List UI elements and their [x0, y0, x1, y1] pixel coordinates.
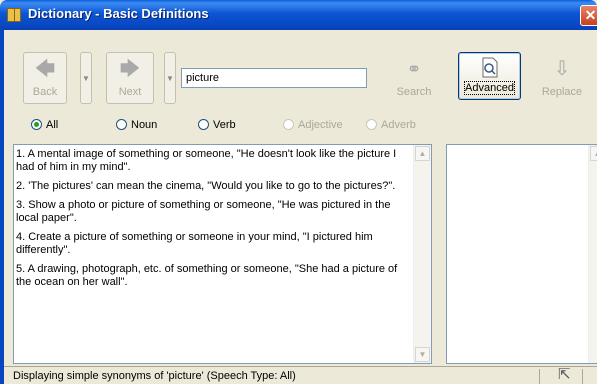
status-separator	[539, 369, 540, 384]
radio-adverb-label: Adverb	[381, 119, 416, 131]
search-button[interactable]: ⚭ Search	[389, 52, 439, 104]
radio-noun-label: Noun	[131, 119, 158, 131]
radio-verb-indicator	[198, 119, 209, 130]
definition-item: 2. 'The pictures' can mean the cinema, "…	[16, 180, 396, 192]
arrow-left-icon: 🡄	[34, 58, 56, 80]
next-dropdown-button[interactable]: ▼	[164, 52, 176, 104]
binoculars-icon: ⚭	[406, 59, 422, 79]
back-dropdown-button[interactable]: ▼	[80, 52, 92, 104]
definition-item: 1. A mental image of something or someon…	[16, 148, 397, 173]
radio-verb[interactable]: Verb	[198, 119, 236, 133]
radio-adjective: Adjective	[283, 119, 343, 133]
advanced-button[interactable]: Advanced	[458, 52, 521, 100]
window-frame	[0, 30, 4, 384]
status-bar: Displaying simple synonyms of 'picture' …	[4, 366, 597, 384]
synonyms-pane[interactable]: ▲	[446, 144, 597, 364]
definitions-pane[interactable]: 1. A mental image of something or someon…	[13, 144, 432, 364]
status-text: Displaying simple synonyms of 'picture' …	[13, 370, 296, 382]
scroll-up-button[interactable]: ▲	[415, 146, 430, 161]
radio-verb-label: Verb	[213, 119, 236, 131]
status-separator	[582, 369, 583, 384]
definition-item: 3. Show a photo or picture of something …	[16, 199, 391, 224]
next-label: Next	[118, 86, 142, 98]
back-button[interactable]: 🡄 Back	[23, 52, 67, 104]
replace-icon: ⇩	[553, 58, 571, 80]
arrow-right-icon: 🡆	[119, 58, 141, 80]
close-button[interactable]: ✕	[580, 5, 597, 26]
radio-noun-indicator	[116, 119, 127, 130]
replace-button[interactable]: ⇩ Replace	[534, 52, 590, 104]
window-title: Dictionary - Basic Definitions	[28, 6, 209, 21]
definition-item: 4. Create a picture of something or some…	[16, 231, 373, 256]
radio-adjective-indicator	[283, 119, 294, 130]
scroll-down-button[interactable]: ▼	[415, 347, 430, 362]
synonyms-scroll-up-button[interactable]: ▲	[590, 146, 597, 161]
radio-all-label: All	[46, 119, 59, 131]
advanced-label: Advanced	[464, 81, 515, 95]
definition-item: 5. A drawing, photograph, etc. of someth…	[16, 263, 398, 288]
title-bar: Dictionary - Basic Definitions ✕	[0, 0, 597, 30]
radio-all[interactable]: All	[31, 119, 58, 133]
radio-adverb-indicator	[366, 119, 377, 130]
search-input[interactable]	[181, 68, 367, 88]
book-icon	[7, 8, 21, 22]
definitions-list: 1. A mental image of something or someon…	[16, 148, 411, 295]
search-label: Search	[396, 86, 432, 98]
synonyms-scrollbar[interactable]: ▲	[588, 145, 597, 363]
radio-adverb: Adverb	[366, 119, 416, 133]
radio-adjective-label: Adjective	[298, 119, 343, 131]
radio-all-indicator	[31, 119, 42, 130]
next-button[interactable]: 🡆 Next	[106, 52, 154, 104]
replace-label: Replace	[541, 86, 583, 98]
back-label: Back	[32, 86, 58, 98]
magnifier-document-icon	[482, 57, 498, 78]
radio-noun[interactable]: Noun	[116, 119, 157, 133]
definitions-scrollbar[interactable]: ▲ ▼	[413, 145, 431, 363]
cursor-icon: ⇱	[558, 366, 571, 383]
